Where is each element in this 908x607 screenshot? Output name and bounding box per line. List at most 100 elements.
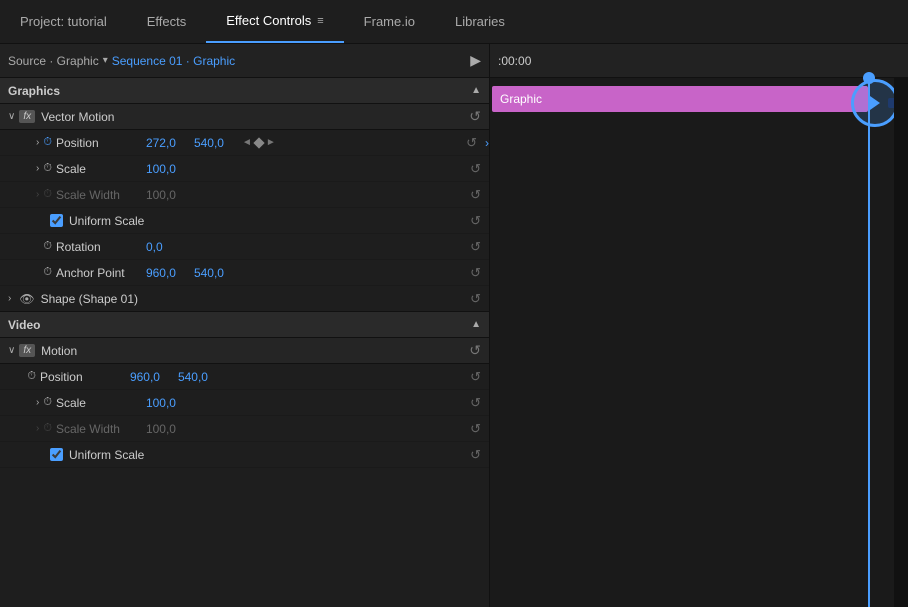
shape-name: Shape (Shape 01)	[41, 292, 138, 306]
motion-scale-width-value: 100,0	[146, 422, 186, 436]
main-area: Source · Graphic ▾ Sequence 01 · Graphic…	[0, 44, 908, 607]
video-section-header: Video ▲	[0, 312, 489, 338]
scale-label: Scale	[56, 162, 146, 176]
playhead	[868, 78, 870, 607]
tab-effect-controls-label: Effect Controls	[226, 13, 311, 28]
nav-next-arrow[interactable]: ►	[266, 137, 276, 148]
rotation-reset[interactable]: ↺	[470, 239, 481, 255]
position-reset[interactable]: ↺	[466, 135, 477, 151]
motion-position-label: Position	[40, 370, 130, 384]
eye-icon[interactable]: 👁	[19, 292, 34, 306]
scale-width-value: 100,0	[146, 188, 186, 202]
timecode: :00:00	[498, 54, 531, 68]
rotation-row: › ⏱ Rotation 0,0 ↺	[0, 234, 489, 260]
position-x-value[interactable]: 272,0	[146, 136, 186, 150]
graphic-clip[interactable]: Graphic	[492, 86, 868, 112]
anchor-point-stopwatch[interactable]: ⏱	[43, 266, 52, 279]
tab-effects[interactable]: Effects	[127, 0, 207, 43]
scale-stopwatch[interactable]: ⏱	[43, 162, 52, 175]
vector-motion-name: Vector Motion	[41, 110, 114, 124]
motion-chevron[interactable]: ∨	[8, 345, 15, 356]
shape-chevron[interactable]: ›	[8, 293, 11, 304]
motion-reset[interactable]: ↺	[469, 342, 481, 359]
rotation-label: Rotation	[56, 240, 146, 254]
vector-motion-chevron[interactable]: ∨	[8, 111, 15, 122]
motion-scale-value[interactable]: 100,0	[146, 396, 186, 410]
timeline-indicator	[850, 78, 900, 128]
motion-scale-chevron[interactable]: ›	[36, 397, 39, 408]
position-row: › ⏱ Position 272,0 540,0 ◄ ► ↺ ›	[0, 130, 489, 156]
motion-position-y[interactable]: 540,0	[178, 370, 218, 384]
uniform-scale-row: Uniform Scale ↺	[0, 208, 489, 234]
tab-libraries-label: Libraries	[455, 14, 505, 29]
sequence-link[interactable]: Sequence 01 · Graphic	[112, 54, 235, 68]
motion-uniform-scale-checkbox[interactable]	[50, 448, 63, 461]
vector-motion-reset[interactable]: ↺	[469, 108, 481, 125]
tab-project[interactable]: Project: tutorial	[0, 0, 127, 43]
uniform-scale-reset[interactable]: ↺	[470, 213, 481, 229]
menu-icon[interactable]: ≡	[317, 15, 323, 27]
motion-position-x[interactable]: 960,0	[130, 370, 170, 384]
scale-reset[interactable]: ↺	[470, 161, 481, 177]
scroll-track[interactable]	[894, 78, 908, 607]
scale-width-chevron: ›	[36, 189, 39, 200]
anchor-point-label: Anchor Point	[56, 266, 146, 280]
position-label: Position	[56, 136, 146, 150]
motion-position-stopwatch[interactable]: ⏱	[27, 370, 36, 383]
shape-reset[interactable]: ↺	[470, 291, 481, 307]
motion-scale-row: › ⏱ Scale 100,0 ↺	[0, 390, 489, 416]
anchor-point-y[interactable]: 540,0	[194, 266, 234, 280]
rotation-stopwatch[interactable]: ⏱	[43, 240, 52, 253]
uniform-scale-checkbox[interactable]	[50, 214, 63, 227]
source-label: Source · Graphic	[8, 54, 99, 68]
scale-value[interactable]: 100,0	[146, 162, 186, 176]
motion-scale-label: Scale	[56, 396, 146, 410]
nav-prev-arrow[interactable]: ◄	[242, 137, 252, 148]
nav-diamond[interactable]	[253, 137, 264, 148]
scale-width-reset[interactable]: ↺	[470, 187, 481, 203]
motion-scale-width-label: Scale Width	[56, 422, 146, 436]
motion-scale-width-chevron: ›	[36, 423, 39, 434]
video-collapse-button[interactable]: ▲	[471, 319, 481, 330]
position-stopwatch[interactable]: ⏱	[43, 136, 52, 149]
vector-motion-row: ∨ fx Vector Motion ↺	[0, 104, 489, 130]
motion-uniform-scale-reset[interactable]: ↺	[470, 447, 481, 463]
tab-effects-label: Effects	[147, 14, 187, 29]
uniform-scale-label: Uniform Scale	[69, 214, 144, 228]
anchor-point-x[interactable]: 960,0	[146, 266, 186, 280]
motion-scale-width-reset[interactable]: ↺	[470, 421, 481, 437]
motion-name: Motion	[41, 344, 77, 358]
position-expand-arrow[interactable]: ›	[485, 136, 489, 150]
scale-width-label: Scale Width	[56, 188, 146, 202]
motion-fx-badge: fx	[19, 344, 35, 357]
tab-effect-controls[interactable]: Effect Controls ≡	[206, 0, 343, 43]
timeline-header: :00:00	[490, 44, 908, 78]
playhead-marker	[863, 72, 875, 84]
dropdown-icon[interactable]: ▾	[103, 55, 108, 66]
timeline-panel: :00:00 Graphic	[490, 44, 908, 607]
timeline-track-area[interactable]: Graphic	[490, 78, 908, 607]
position-chevron[interactable]: ›	[36, 137, 39, 148]
tab-frameio-label: Frame.io	[364, 14, 415, 29]
motion-uniform-scale-row: Uniform Scale ↺	[0, 442, 489, 468]
graphics-label: Graphics	[8, 84, 60, 98]
effect-controls-panel: Source · Graphic ▾ Sequence 01 · Graphic…	[0, 44, 490, 607]
motion-scale-reset[interactable]: ↺	[470, 395, 481, 411]
graphics-effect-group: ∨ fx Vector Motion ↺ › ⏱ Position 272,0 …	[0, 104, 489, 607]
motion-position-reset[interactable]: ↺	[470, 369, 481, 385]
tab-project-label: Project: tutorial	[20, 14, 107, 29]
motion-position-row: › ⏱ Position 960,0 540,0 ↺	[0, 364, 489, 390]
position-y-value[interactable]: 540,0	[194, 136, 234, 150]
tab-libraries[interactable]: Libraries	[435, 0, 525, 43]
tab-frameio[interactable]: Frame.io	[344, 0, 435, 43]
fx-badge: fx	[19, 110, 35, 123]
rotation-value[interactable]: 0,0	[146, 240, 186, 254]
scale-chevron[interactable]: ›	[36, 163, 39, 174]
motion-scale-stopwatch[interactable]: ⏱	[43, 396, 52, 409]
video-label: Video	[8, 318, 40, 332]
anchor-point-row: › ⏱ Anchor Point 960,0 540,0 ↺	[0, 260, 489, 286]
graphics-collapse-button[interactable]: ▲	[471, 85, 481, 96]
anchor-point-reset[interactable]: ↺	[470, 265, 481, 281]
scale-width-stopwatch: ⏱	[43, 188, 52, 201]
play-button[interactable]: ▶	[470, 52, 481, 69]
